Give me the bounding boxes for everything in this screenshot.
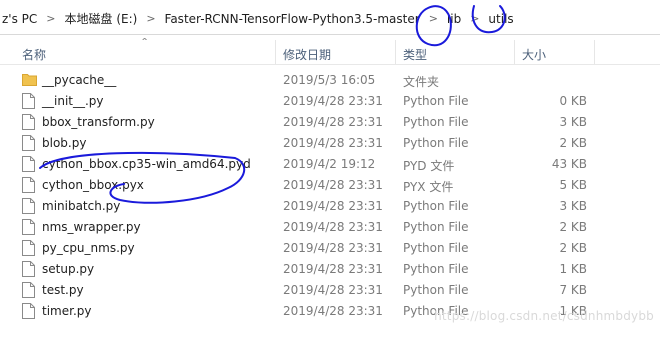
- file-name: bbox_transform.py: [42, 115, 155, 129]
- file-size: 3 KB: [559, 199, 587, 213]
- breadcrumb-item-drive[interactable]: 本地磁盘 (E:): [63, 10, 140, 27]
- file-row[interactable]: bbox_transform.py 2019/4/28 23:31 Python…: [0, 112, 660, 133]
- file-row[interactable]: blob.py 2019/4/28 23:31 Python File 2 KB: [0, 133, 660, 154]
- folder-icon: [22, 72, 37, 89]
- column-divider[interactable]: [514, 40, 515, 64]
- file-row[interactable]: nms_wrapper.py 2019/4/28 23:31 Python Fi…: [0, 217, 660, 238]
- file-type: Python File: [403, 241, 469, 255]
- file-size: 2 KB: [559, 241, 587, 255]
- file-date: 2019/4/28 23:31: [283, 199, 383, 213]
- column-date[interactable]: 修改日期: [283, 46, 331, 63]
- chevron-right-icon[interactable]: >: [146, 12, 155, 25]
- file-type: Python File: [403, 220, 469, 234]
- chevron-right-icon[interactable]: >: [429, 12, 438, 25]
- file-date: 2019/4/28 23:31: [283, 94, 383, 108]
- file-type: Python File: [403, 94, 469, 108]
- file-date: 2019/4/28 23:31: [283, 220, 383, 234]
- file-row[interactable]: setup.py 2019/4/28 23:31 Python File 1 K…: [0, 259, 660, 280]
- address-bar[interactable]: z's PC > 本地磁盘 (E:) > Faster-RCNN-TensorF…: [0, 0, 660, 35]
- file-row[interactable]: minibatch.py 2019/4/28 23:31 Python File…: [0, 196, 660, 217]
- file-name: blob.py: [42, 136, 87, 150]
- watermark: https://blog.csdn.net/csdnhmbdybb: [434, 309, 654, 323]
- file-size: 0 KB: [559, 94, 587, 108]
- file-date: 2019/4/28 23:31: [283, 136, 383, 150]
- file-date: 2019/4/28 23:31: [283, 241, 383, 255]
- file-icon: [22, 93, 37, 110]
- file-name: timer.py: [42, 304, 92, 318]
- file-row[interactable]: cython_bbox.pyx 2019/4/28 23:31 PYX 文件 5…: [0, 175, 660, 196]
- breadcrumb-item-project[interactable]: Faster-RCNN-TensorFlow-Python3.5-master: [163, 12, 422, 26]
- file-date: 2019/5/3 16:05: [283, 73, 376, 87]
- file-type: Python File: [403, 199, 469, 213]
- file-icon: [22, 261, 37, 278]
- column-header: 名称 修改日期 类型 大小: [0, 40, 660, 65]
- file-icon: [22, 156, 37, 173]
- file-row[interactable]: py_cpu_nms.py 2019/4/28 23:31 Python Fil…: [0, 238, 660, 259]
- file-size: 5 KB: [559, 178, 587, 192]
- column-divider[interactable]: [275, 40, 276, 64]
- file-row[interactable]: __init__.py 2019/4/28 23:31 Python File …: [0, 91, 660, 112]
- file-size: 2 KB: [559, 136, 587, 150]
- chevron-right-icon[interactable]: >: [470, 12, 479, 25]
- file-icon: [22, 135, 37, 152]
- breadcrumb-item-pc[interactable]: z's PC: [0, 12, 39, 26]
- file-name: nms_wrapper.py: [42, 220, 141, 234]
- file-row[interactable]: test.py 2019/4/28 23:31 Python File 7 KB: [0, 280, 660, 301]
- column-divider[interactable]: [395, 40, 396, 64]
- file-type: 文件夹: [403, 75, 440, 89]
- file-icon: [22, 282, 37, 299]
- file-name: __pycache__: [42, 73, 117, 87]
- file-type: Python File: [403, 136, 469, 150]
- file-type: Python File: [403, 115, 469, 129]
- file-row[interactable]: __pycache__ 2019/5/3 16:05 文件夹: [0, 70, 660, 91]
- column-size[interactable]: 大小: [522, 46, 546, 63]
- file-name: minibatch.py: [42, 199, 121, 213]
- file-icon: [22, 114, 37, 131]
- file-name: test.py: [42, 283, 84, 297]
- file-icon: [22, 219, 37, 236]
- chevron-right-icon[interactable]: >: [46, 12, 55, 25]
- file-date: 2019/4/2 19:12: [283, 157, 376, 171]
- file-icon: [22, 303, 37, 320]
- file-type: PYD 文件: [403, 159, 455, 173]
- breadcrumb: z's PC > 本地磁盘 (E:) > Faster-RCNN-TensorF…: [0, 10, 516, 27]
- column-divider[interactable]: [594, 40, 595, 64]
- file-date: 2019/4/28 23:31: [283, 115, 383, 129]
- file-name: cython_bbox.cp35-win_amd64.pyd: [42, 157, 251, 171]
- file-name: cython_bbox.pyx: [42, 178, 144, 192]
- file-size: 3 KB: [559, 115, 587, 129]
- file-type: PYX 文件: [403, 180, 454, 194]
- column-type[interactable]: 类型: [403, 46, 427, 63]
- file-name: py_cpu_nms.py: [42, 241, 135, 255]
- file-name: setup.py: [42, 262, 95, 276]
- file-icon: [22, 177, 37, 194]
- file-size: 7 KB: [559, 283, 587, 297]
- file-row[interactable]: cython_bbox.cp35-win_amd64.pyd 2019/4/2 …: [0, 154, 660, 175]
- file-date: 2019/4/28 23:31: [283, 262, 383, 276]
- file-icon: [22, 198, 37, 215]
- file-icon: [22, 240, 37, 257]
- file-list: __pycache__ 2019/5/3 16:05 文件夹 __init__.…: [0, 70, 660, 322]
- file-type: Python File: [403, 283, 469, 297]
- column-name[interactable]: 名称: [22, 46, 46, 63]
- file-date: 2019/4/28 23:31: [283, 283, 383, 297]
- file-type: Python File: [403, 262, 469, 276]
- file-name: __init__.py: [42, 94, 104, 108]
- file-date: 2019/4/28 23:31: [283, 178, 383, 192]
- breadcrumb-item-lib[interactable]: lib: [445, 12, 463, 26]
- file-size: 43 KB: [551, 157, 587, 171]
- breadcrumb-item-utils[interactable]: utils: [486, 12, 515, 26]
- file-date: 2019/4/28 23:31: [283, 304, 383, 318]
- file-size: 2 KB: [559, 220, 587, 234]
- file-size: 1 KB: [559, 262, 587, 276]
